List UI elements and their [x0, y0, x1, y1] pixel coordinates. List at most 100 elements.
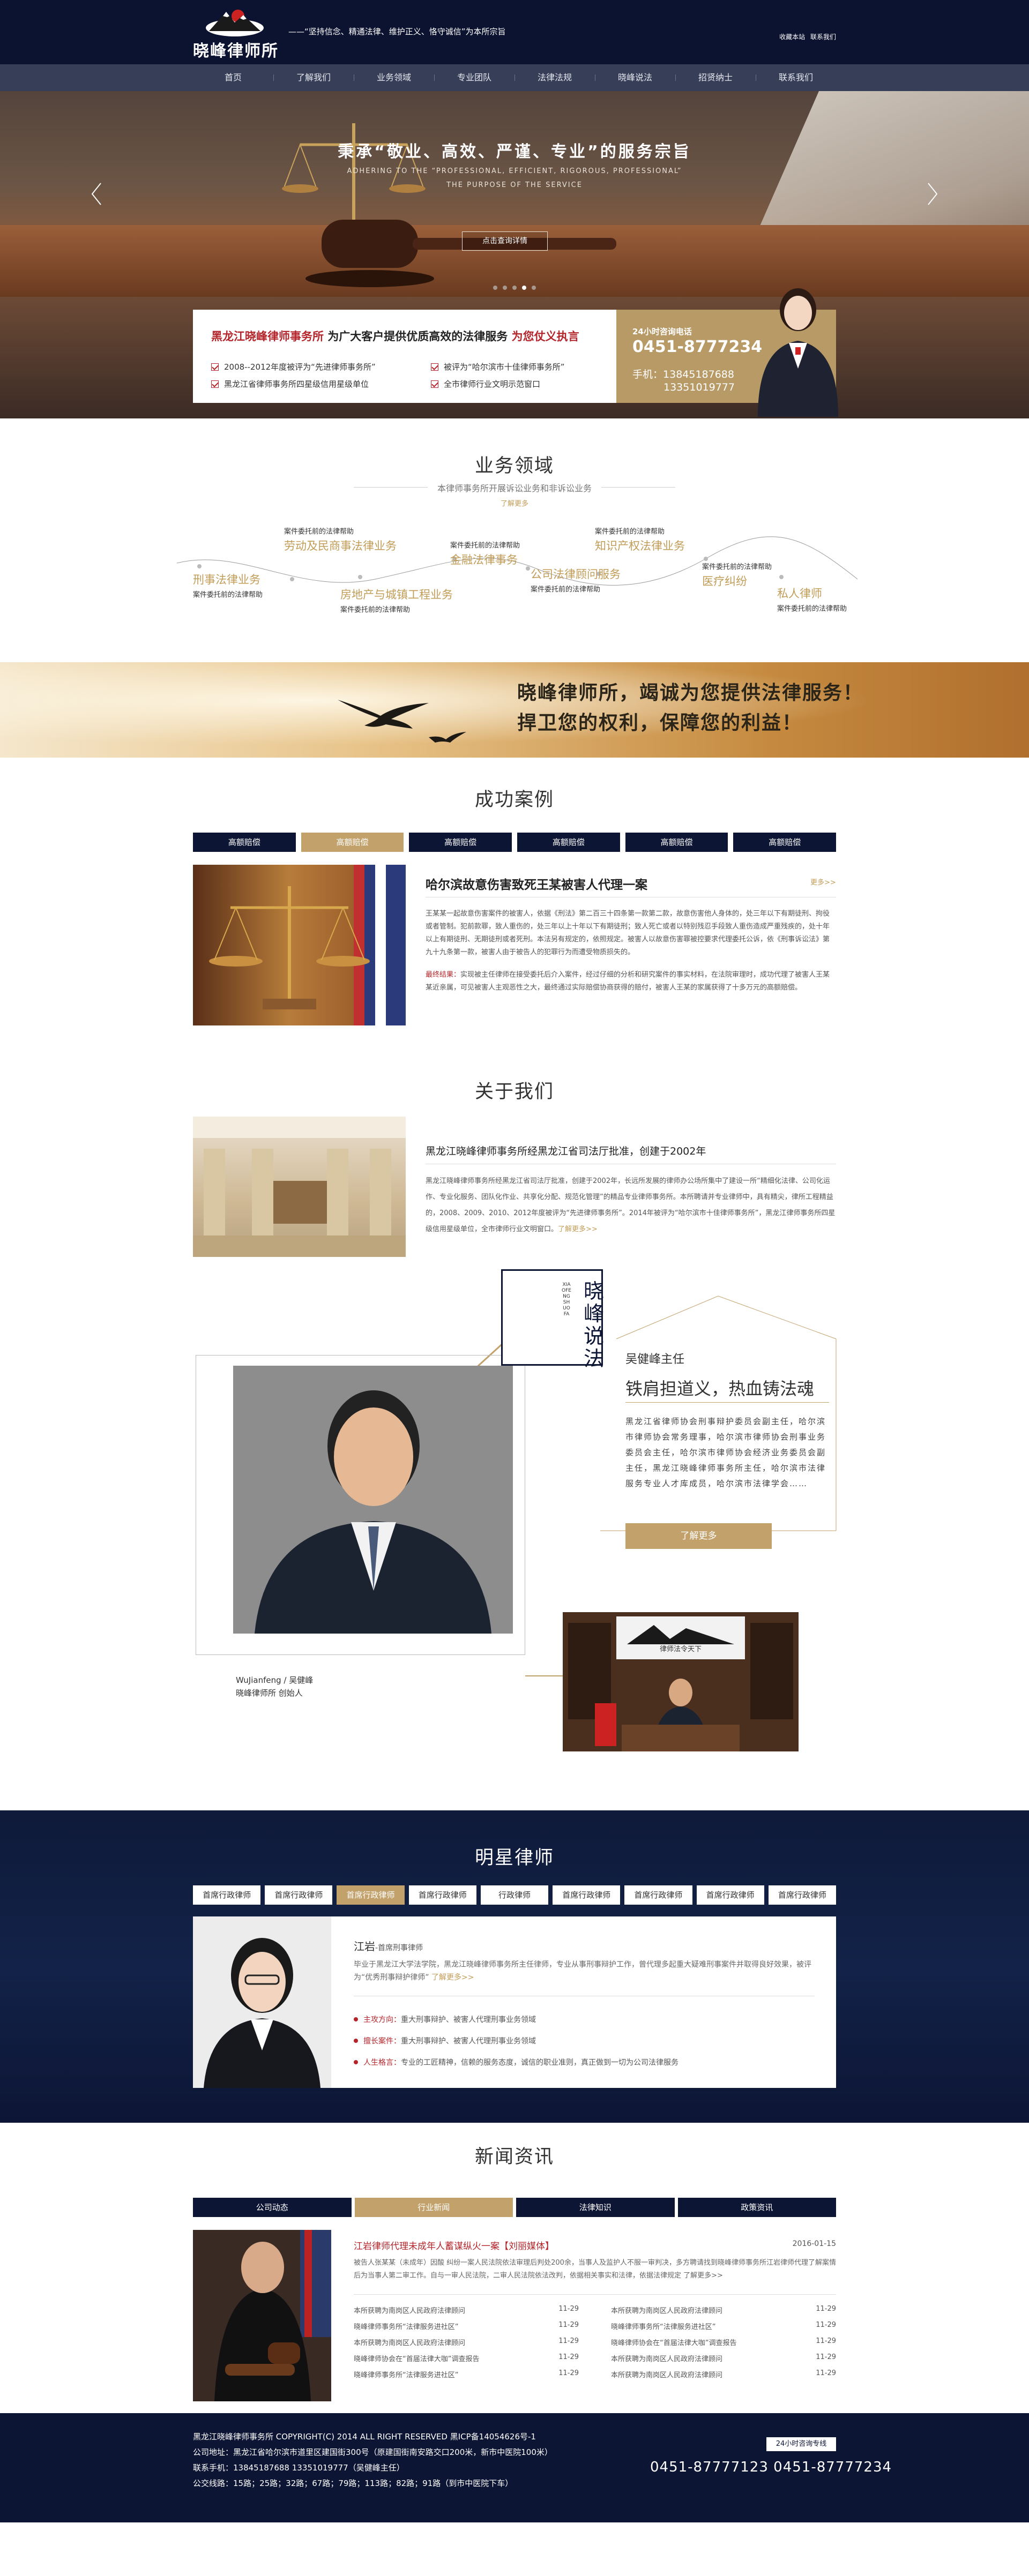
info-bar: 黑龙江晓峰律师事务所 为广大客户提供优质高效的法律服务 为您仗义执言 2008-…: [0, 288, 1029, 418]
news-list-item[interactable]: 本所获聘为南岗区人民政府法律顾问 11-29: [354, 2305, 579, 2315]
lawyer-detail-key: 人生格言：: [363, 2058, 401, 2067]
checkbox-icon: [211, 363, 219, 371]
favorites-link[interactable]: 收藏本站: [779, 33, 805, 41]
carousel-dot[interactable]: [512, 286, 517, 290]
chevron-left-icon[interactable]: [90, 181, 103, 207]
honor-item: 2008--2012年度被评为“先进律师事务所”: [211, 361, 404, 372]
lawyer-name: 江岩-首席刑事律师: [354, 1938, 423, 1953]
tab-lawyer[interactable]: 首席行政律师: [768, 1885, 836, 1905]
business-item[interactable]: 案件委托前的法律帮助 知识产权法律业务: [595, 526, 734, 555]
contact-us-link[interactable]: 联系我们: [810, 33, 836, 41]
business-item-desc: 案件委托前的法律帮助: [450, 542, 520, 550]
business-item[interactable]: 案件委托前的法律帮助 劳动及民商事法律业务: [284, 526, 423, 555]
business-item-desc: 案件委托前的法律帮助: [340, 606, 411, 614]
footer-hotline-badge: 24小时咨询专线: [766, 2437, 836, 2451]
news-list-item[interactable]: 本所获聘为南岗区人民政府法律顾问 11-29: [611, 2369, 836, 2379]
news-list-item[interactable]: 本所获聘为南岗区人民政府法律顾问 11-29: [354, 2337, 579, 2347]
lawyer-more-link[interactable]: 了解更多>>: [431, 1973, 474, 1982]
nav-item-talk[interactable]: 晓峰说法: [595, 64, 675, 91]
news-item-date: 11-29: [558, 2305, 579, 2313]
lawyer-name-text: 江岩: [354, 1940, 375, 1953]
about-heading[interactable]: 黑龙江晓峰律师事务所经黑龙江省司法厅批准，创建于2002年: [426, 1143, 706, 1158]
lobby-image: [193, 1117, 406, 1257]
news-list-item[interactable]: 晓峰律师事务所“法律服务进社区” 11-29: [354, 2321, 579, 2331]
about-text: 黑龙江晓峰律师事务所经黑龙江省司法厅批准，创建于2002年，长远所发展的律师办公…: [426, 1177, 836, 1233]
honors-heading-mid: 为广大客户提供优质高效的法律服务: [327, 330, 508, 343]
case-more-link[interactable]: 更多>>: [810, 877, 836, 887]
office-photo: [563, 1612, 799, 1751]
business-item[interactable]: 公司法律顾问服务 案件委托前的法律帮助: [531, 564, 670, 594]
news-item-title: 本所获聘为南岗区人民政府法律顾问: [354, 2339, 466, 2347]
nav-item-about[interactable]: 了解我们: [273, 64, 354, 91]
checkbox-icon: [431, 380, 438, 388]
checkbox-icon: [211, 380, 219, 388]
chevron-right-icon[interactable]: [926, 181, 939, 207]
tab-legal-knowledge[interactable]: 法律知识: [516, 2198, 675, 2217]
mobile-number-2[interactable]: 13351019777: [663, 381, 735, 393]
news-list-item[interactable]: 本所获聘为南岗区人民政府法律顾问 11-29: [611, 2305, 836, 2315]
news-item-date: 11-29: [816, 2369, 836, 2377]
nav-item-contact[interactable]: 联系我们: [756, 64, 836, 91]
tab-case[interactable]: 高额赔偿: [517, 833, 620, 852]
receptionist-image: [758, 288, 838, 417]
tab-lawyer[interactable]: 首席行政律师: [553, 1885, 621, 1905]
tab-policy-news[interactable]: 政策资讯: [677, 2198, 836, 2217]
logo[interactable]: 晓峰律师所: [193, 0, 279, 64]
tab-lawyer[interactable]: 首席行政律师: [696, 1885, 764, 1905]
lawyer-detail-value: 重大刑事辩护、被害人代理刑事业务领域: [401, 2016, 536, 2024]
tab-case[interactable]: 高额赔偿: [409, 833, 512, 852]
tab-case[interactable]: 高额赔偿: [625, 833, 728, 852]
about-more-link[interactable]: 了解更多>>: [558, 1225, 598, 1233]
hotline-number[interactable]: 0451-8777234: [632, 338, 762, 356]
tab-case[interactable]: 高额赔偿: [733, 833, 837, 852]
carousel-dot[interactable]: [532, 286, 536, 290]
news-item-title: 本所获聘为南岗区人民政府法律顾问: [611, 2355, 723, 2363]
header-slogan: ——“坚持信念、精通法律、维护正义、恪守诚信”为本所宗旨: [288, 27, 506, 36]
carousel-dot[interactable]: [493, 286, 497, 290]
tab-case-active[interactable]: 高额赔偿: [301, 833, 404, 852]
gavel-icon: [305, 220, 616, 287]
feature-title-vertical: 晓峰说法: [583, 1279, 604, 1371]
director-portrait: [233, 1366, 513, 1634]
tab-lawyer[interactable]: 行政律师: [480, 1885, 549, 1905]
news-list-item[interactable]: 晓峰律师事务所“法律服务进社区” 11-29: [611, 2321, 836, 2331]
tab-lawyer[interactable]: 首席行政律师: [408, 1885, 476, 1905]
news-list-item[interactable]: 晓峰律师协会在“首届法律大咖”调查报告 11-29: [354, 2353, 579, 2363]
carousel-dot-active[interactable]: [522, 286, 526, 290]
nav-item-laws[interactable]: 法律法规: [514, 64, 595, 91]
carousel-dot[interactable]: [503, 286, 507, 290]
nav-item-jobs[interactable]: 招贤纳士: [675, 64, 756, 91]
tab-company-news[interactable]: 公司动态: [193, 2198, 352, 2217]
business-item-name: 刑事法律业务: [193, 573, 260, 586]
case-title[interactable]: 哈尔滨故意伤害致死王某被害人代理一案: [426, 874, 647, 893]
mobile-number-1[interactable]: 13845187688: [663, 369, 734, 380]
divider: [354, 2294, 836, 2295]
tab-lawyer[interactable]: 首席行政律师: [265, 1885, 333, 1905]
plaque-text: 律师法令天下: [659, 1645, 702, 1653]
nav-item-business[interactable]: 业务领域: [354, 64, 434, 91]
cases-tabs: 高额赔偿 高额赔偿 高额赔偿 高额赔偿 高额赔偿 高额赔偿: [193, 833, 837, 852]
footer-mobile: 联系手机：13845187688 13351019777（吴健峰主任）: [193, 2463, 405, 2473]
tab-lawyer[interactable]: 首席行政律师: [624, 1885, 692, 1905]
nav-item-team[interactable]: 专业团队: [434, 64, 514, 91]
news-list-item[interactable]: 本所获聘为南岗区人民政府法律顾问 11-29: [611, 2353, 836, 2363]
tab-case[interactable]: 高额赔偿: [193, 833, 296, 852]
footer-hotline[interactable]: 0451-87777123 0451-87777234: [650, 2459, 892, 2475]
case-paragraph: 王某某一起故意伤害案件的被害人，依据《刑法》第二百三十四条第一款第二款，故意伤害…: [426, 910, 830, 956]
tab-lawyer[interactable]: 首席行政律师: [193, 1885, 261, 1905]
case-image: [193, 865, 406, 1025]
learn-more-button[interactable]: 了解更多: [625, 1523, 772, 1549]
news-headline[interactable]: 江岩律师代理未成年人蓄谋纵火一案【刘丽媒体】: [354, 2238, 554, 2252]
business-item[interactable]: 私人律师 案件委托前的法律帮助: [777, 583, 916, 613]
news-list-item[interactable]: 晓峰律师协会在“首届法律大咖”调查报告 11-29: [611, 2337, 836, 2347]
news-item-title: 晓峰律师事务所“法律服务进社区”: [354, 2371, 459, 2379]
hotline-label: 24小时咨询电话: [632, 327, 692, 336]
business-item[interactable]: 房地产与城镇工程业务 案件委托前的法律帮助: [340, 585, 480, 614]
business-item[interactable]: 刑事法律业务 案件委托前的法律帮助: [193, 570, 332, 599]
tab-industry-news[interactable]: 行业新闻: [354, 2198, 513, 2217]
banner-detail-button[interactable]: 点击查询详情: [462, 231, 548, 251]
news-item-title: 晓峰律师事务所“法律服务进社区”: [611, 2323, 716, 2331]
news-list-item[interactable]: 晓峰律师事务所“法律服务进社区” 11-29: [354, 2369, 579, 2379]
nav-item-home[interactable]: 首页: [193, 64, 273, 91]
tab-lawyer-active[interactable]: 首席行政律师: [337, 1885, 405, 1905]
